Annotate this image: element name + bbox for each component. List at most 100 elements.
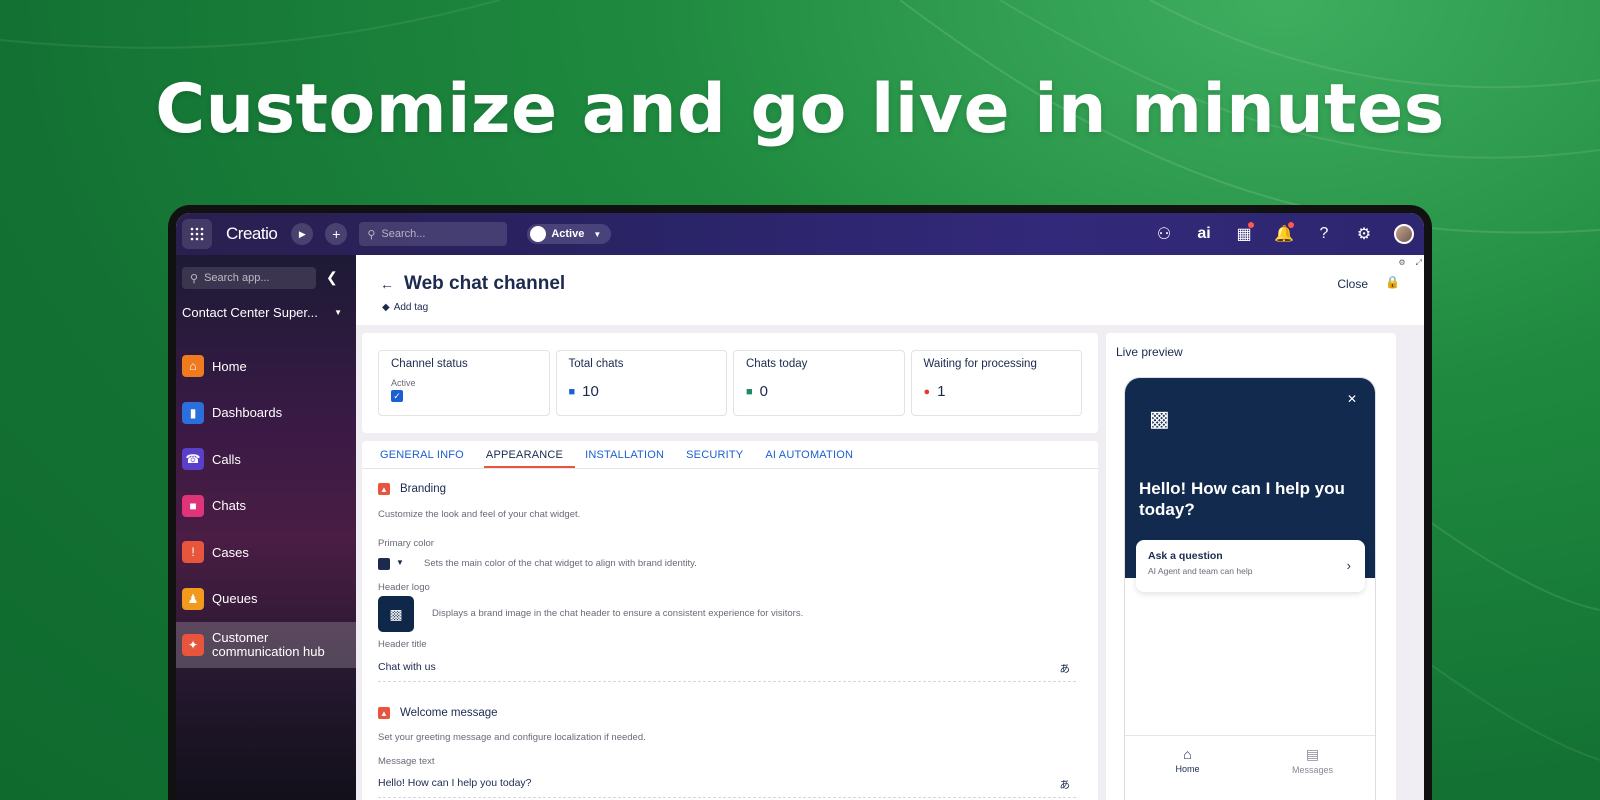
widget-nav: ⌂ Home ▤ Messages [1125,735,1375,795]
global-search-input[interactable]: ⚲ Search... [359,222,508,246]
sidebar-item-label: Calls [212,451,241,467]
home-icon: ⌂ [1183,746,1192,762]
primary-color-label: Primary color [378,538,434,549]
ai-icon[interactable]: ai [1194,225,1214,243]
chevron-up-icon: ▲ [378,707,390,719]
phone-icon: ☎ [182,448,204,471]
message-text-value: Hello! How can I help you today? [378,777,532,789]
branding-section-toggle[interactable]: ▲ Branding [378,483,446,495]
header-logo-desc: Displays a brand image in the chat heade… [432,608,804,619]
close-icon[interactable]: ✕ [1347,392,1357,406]
tab-security[interactable]: SECURITY [684,441,755,468]
chevron-right-icon: › [1346,558,1351,573]
back-arrow-icon[interactable]: ← [380,276,394,292]
gear-icon[interactable]: ⚙ [1398,258,1405,268]
header-logo-upload[interactable]: ▩ [378,596,414,632]
marketplace-icon[interactable]: ▦ [1234,222,1254,244]
chevron-down-icon: ▼ [593,229,602,239]
tab-installation[interactable]: INSTALLATION [583,441,676,468]
chat-bubbles-icon: ▩ [1149,406,1170,431]
metric-waiting: Waiting for processing ● 1 [910,350,1082,416]
metric-sub-label: Active [391,378,416,388]
tab-ai-automation[interactable]: AI AUTOMATION [763,441,865,468]
metric-label: Waiting for processing [923,358,1037,370]
expand-icon[interactable]: ⤢ [1416,258,1422,268]
translate-icon[interactable]: あ [1060,661,1071,676]
header-title-field[interactable]: Chat with us あ [378,661,1076,682]
ask-sub: AI Agent and team can help [1148,566,1253,576]
hub-icon: ✦ [182,634,204,656]
widget-nav-messages-label: Messages [1291,765,1334,775]
metric-label: Total chats [568,358,624,370]
app-search-input[interactable]: ⚲ Search app... [182,267,316,289]
search-placeholder: Search... [381,228,426,240]
header-title-label: Header title [378,639,427,650]
sidebar-item-queues[interactable]: ♟ Queues [182,576,356,623]
widget-greeting: Hello! How can I help you today? [1139,479,1345,519]
sidebar-item-home[interactable]: ⌂ Home [182,343,356,390]
widget-nav-home[interactable]: ⌂ Home [1125,736,1250,795]
sidebar: ⚲ Search app... ❮ Contact Center Super..… [176,255,356,800]
run-process-button[interactable]: ▶ [291,223,314,245]
metric-total-chats: Total chats ■ 10 [555,350,727,416]
search-icon: ⚲ [367,228,376,241]
metric-channel-status: Channel status Active ✓ [378,350,550,416]
workspace-label: Contact Center Super... [182,305,318,320]
device-frame: Creatio ▶ + ⚲ Search... Active ▼ ⚇ ai ▦ … [168,205,1432,800]
welcome-title: Welcome message [400,707,498,719]
sidebar-item-label: Chats [212,498,246,514]
collapse-sidebar-icon[interactable]: ❮ [326,269,338,286]
metric-label: Chats today [746,358,808,370]
add-button[interactable]: + [325,223,348,245]
search-icon: ⚲ [190,272,199,285]
avatar[interactable] [1394,224,1414,244]
plus-icon: + [332,226,341,242]
apps-grid-icon[interactable] [182,219,212,249]
widget-nav-messages[interactable]: ▤ Messages [1250,736,1375,795]
primary-color-swatch[interactable] [378,558,390,570]
lock-icon[interactable]: 🔒 [1385,275,1400,289]
welcome-desc: Set your greeting message and configure … [378,732,646,743]
branding-desc: Customize the look and feel of your chat… [378,509,581,520]
help-icon[interactable]: ? [1314,225,1334,243]
tab-appearance[interactable]: APPEARANCE [483,441,576,468]
tag-icon: ◆ [382,302,390,313]
tab-general-info[interactable]: GENERAL INFO [378,441,476,468]
close-button[interactable]: Close [1337,277,1368,291]
message-text-field[interactable]: Hello! How can I help you today? あ [378,777,1076,798]
sidebar-item-dashboards[interactable]: ▮ Dashboards [182,390,356,437]
chat-status-icon [530,226,547,242]
sidebar-item-label: Customer communication hub [212,630,325,659]
notification-dot [1248,222,1254,228]
chart-icon: ▮ [182,401,204,424]
sidebar-item-label: Queues [212,591,258,607]
ask-question-card[interactable]: Ask a question AI Agent and team can hel… [1136,540,1365,592]
bell-icon: ● [923,385,931,398]
welcome-section-toggle[interactable]: ▲ Welcome message [378,707,498,719]
widget-nav-home-label: Home [1175,764,1200,774]
add-tag-button[interactable]: ◆ Add tag [382,302,428,313]
bell-icon[interactable]: 🔔 [1274,222,1294,244]
translate-icon[interactable]: あ [1060,777,1071,792]
sidebar-item-cases[interactable]: ! Cases [182,529,356,576]
active-checkbox[interactable]: ✓ [391,390,403,402]
chevron-down-icon: ▼ [334,308,342,317]
header-title-value: Chat with us [378,661,436,673]
top-bar: Creatio ▶ + ⚲ Search... Active ▼ ⚇ ai ▦ … [176,213,1424,255]
headline: Customize and go live in minutes [155,70,1445,149]
workspace-selector[interactable]: Contact Center Super... ▼ [182,305,352,320]
main-content: ← Web chat channel ◆ Add tag Close 🔒 ⚙ ⤢… [356,255,1424,800]
app-search-placeholder: Search app... [204,272,270,284]
agent-status-dropdown[interactable]: Active ▼ [527,224,612,244]
sidebar-item-calls[interactable]: ☎ Calls [182,436,356,483]
sidebar-item-chats[interactable]: ■ Chats [182,483,356,530]
sidebar-item-customer-communication-hub[interactable]: ✦ Customer communication hub [176,622,356,668]
branding-title: Branding [400,483,447,495]
creatio-logo[interactable]: Creatio [226,224,278,244]
agent-desk-icon[interactable]: ⚇ [1154,224,1174,244]
add-tag-label: Add tag [393,302,429,313]
gear-icon[interactable]: ⚙ [1354,224,1374,244]
settings-form: GENERAL INFO APPEARANCE INSTALLATION SEC… [362,441,1098,800]
chat-icon: ■ [746,385,753,398]
chevron-down-icon[interactable]: ▼ [396,558,404,567]
